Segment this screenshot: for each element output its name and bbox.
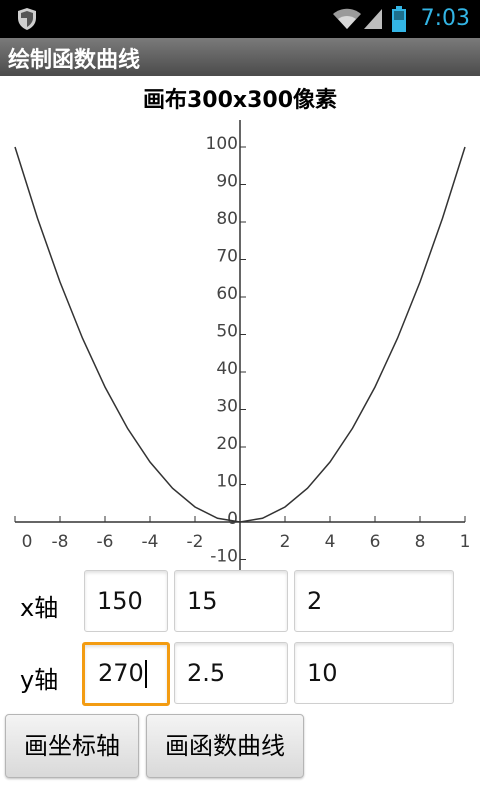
x-tick-label: 2 <box>280 532 291 552</box>
signal-icon <box>364 9 382 29</box>
shield-icon <box>18 8 36 30</box>
x-tick-label: 8 <box>415 532 426 552</box>
y-tick-label: 50 <box>216 322 238 342</box>
y-tick-label: 10 <box>216 472 238 492</box>
x-tick-label: 1 <box>460 532 471 552</box>
wifi-icon <box>333 8 361 29</box>
x-tick-label: 0 <box>22 532 33 552</box>
y-axis-field-1[interactable]: 270 <box>82 642 170 706</box>
y-axis-field-2[interactable]: 2.5 <box>174 642 288 704</box>
x-tick-label: -8 <box>52 532 69 552</box>
clock: 7:03 <box>420 6 470 31</box>
y-tick-label: 90 <box>216 172 238 192</box>
y-tick-label: 70 <box>216 247 238 267</box>
draw-axes-button[interactable]: 画坐标轴 <box>5 714 139 778</box>
x-tick-label: -6 <box>97 532 114 552</box>
text-cursor <box>144 660 147 688</box>
y-axis-label: y轴 <box>20 666 59 694</box>
y-tick-label: 40 <box>216 359 238 379</box>
x-axis-label: x轴 <box>20 594 59 622</box>
y-axis-field-1-value: 270 <box>98 659 144 687</box>
function-plot: 0 -8 -6 -4 -2 2 4 6 8 1 -10 0 10 20 30 40 50 60 70 80 90 100 <box>14 120 471 570</box>
app-title: 绘制函数曲线 <box>8 48 141 73</box>
status-bar: 7:03 <box>0 0 480 38</box>
y-tick-label: 100 <box>206 134 238 154</box>
y-axis-field-3[interactable]: 10 <box>294 642 454 704</box>
y-tick-label: 20 <box>216 434 238 454</box>
y-tick-label: 0 <box>227 509 238 529</box>
x-axis-field-1[interactable]: 150 <box>84 570 168 632</box>
x-tick-label: 4 <box>325 532 336 552</box>
x-axis-field-2[interactable]: 15 <box>174 570 288 632</box>
y-tick-label: -10 <box>210 547 238 567</box>
x-tick-label: -2 <box>187 532 204 552</box>
y-tick-label: 60 <box>216 284 238 304</box>
y-tick-label: 80 <box>216 209 238 229</box>
draw-curve-button[interactable]: 画函数曲线 <box>146 714 304 778</box>
x-tick-label: -4 <box>142 532 159 552</box>
battery-icon <box>392 6 406 32</box>
action-bar: 绘制函数曲线 <box>0 38 480 76</box>
x-tick-label: 6 <box>370 532 381 552</box>
x-axis-field-3[interactable]: 2 <box>294 570 454 632</box>
y-tick-label: 30 <box>216 397 238 417</box>
